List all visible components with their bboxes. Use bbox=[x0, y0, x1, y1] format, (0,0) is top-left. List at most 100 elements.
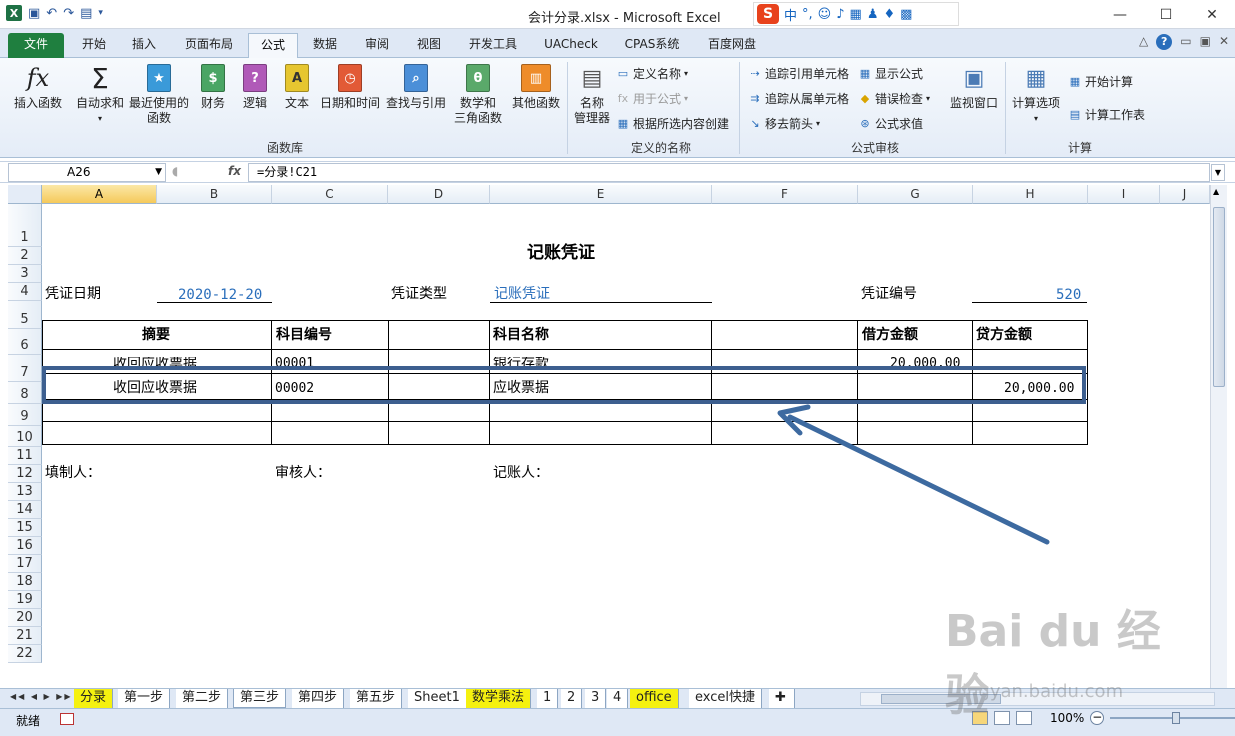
vertical-scroll-thumb[interactable] bbox=[1213, 207, 1225, 387]
sheet-tab[interactable]: 4 bbox=[607, 689, 629, 708]
sheet-tab-active[interactable]: 第三步 bbox=[233, 689, 287, 708]
remove-arrows-button[interactable]: ↘ 移去箭头 ▾ bbox=[748, 115, 820, 132]
tab-review[interactable]: 审阅 bbox=[358, 33, 396, 58]
keyboard-icon[interactable]: ▦ bbox=[850, 7, 862, 22]
financial-button[interactable]: $ 财务 bbox=[196, 62, 230, 111]
more-books-icon: ▥ bbox=[521, 64, 551, 92]
formula-bar-toggle-icon[interactable]: ◖ bbox=[172, 164, 178, 178]
formula-input[interactable]: =分录!C21 bbox=[248, 163, 1210, 182]
expand-formula-bar-icon[interactable]: ▼ bbox=[1211, 164, 1225, 181]
sheet-tab[interactable]: 第二步 bbox=[176, 689, 229, 708]
use-in-formula-button[interactable]: fx 用于公式 ▾ bbox=[616, 90, 688, 107]
tab-formulas[interactable]: 公式 bbox=[248, 33, 298, 58]
remove-arrows-icon: ↘ bbox=[750, 116, 760, 130]
undo-icon[interactable]: ↶ bbox=[46, 6, 57, 21]
baidu-watermark: Bai du 经验 jingyan.baidu.com bbox=[945, 606, 1161, 721]
sheet-tab[interactable]: Sheet1 bbox=[408, 689, 467, 708]
name-box[interactable]: A26 ▼ bbox=[8, 163, 166, 182]
tab-baidu-netdisk[interactable]: 百度网盘 bbox=[700, 33, 764, 58]
tab-page-layout[interactable]: 页面布局 bbox=[176, 33, 242, 58]
grid-icon[interactable]: ▩ bbox=[900, 7, 912, 22]
tab-view[interactable]: 视图 bbox=[410, 33, 448, 58]
ime-mode[interactable]: 中 bbox=[784, 5, 797, 24]
zoom-slider[interactable] bbox=[1110, 712, 1235, 724]
math-trig-button[interactable]: θ 数学和 三角函数 bbox=[450, 62, 506, 126]
tab-uacheck[interactable]: UACheck bbox=[538, 33, 604, 58]
define-name-button[interactable]: ▭ 定义名称 ▾ bbox=[616, 65, 688, 82]
scroll-up-icon[interactable]: ▲ bbox=[1213, 187, 1219, 196]
quick-access-toolbar: X ▣ ↶ ↷ ▤ ▾ bbox=[6, 5, 103, 21]
tab-data[interactable]: 数据 bbox=[306, 33, 344, 58]
create-from-selection-button[interactable]: ▦ 根据所选内容创建 bbox=[616, 115, 729, 132]
tab-home[interactable]: 开始 bbox=[74, 33, 114, 58]
error-checking-button[interactable]: ◆ 错误检查 ▾ bbox=[858, 90, 930, 107]
sheet-tab[interactable]: 第四步 bbox=[292, 689, 345, 708]
restore-window-icon[interactable]: ▣ bbox=[1200, 34, 1211, 50]
close-button[interactable]: ✕ bbox=[1189, 0, 1235, 29]
trace-precedents-button[interactable]: ⇢ 追踪引用单元格 bbox=[748, 65, 849, 82]
watch-window-button[interactable]: ▣ 监视窗口 bbox=[946, 62, 1002, 111]
logical-button[interactable]: ? 逻辑 bbox=[238, 62, 272, 111]
save-icon[interactable]: ▣ bbox=[28, 6, 40, 21]
insert-function-button[interactable]: fx 插入函数 bbox=[10, 62, 66, 111]
glasses-icon: ▣ bbox=[963, 65, 985, 91]
more-functions-button[interactable]: ▥ 其他函数 bbox=[510, 62, 562, 111]
sheet-tab[interactable]: 1 bbox=[537, 689, 559, 708]
sheet-tab[interactable]: office bbox=[630, 689, 679, 708]
sheet-tab[interactable]: 3 bbox=[585, 689, 607, 708]
emoji-icon[interactable]: ☺ bbox=[818, 7, 832, 22]
show-formulas-icon: ▦ bbox=[859, 66, 871, 80]
evaluate-formula-button[interactable]: ⊛ 公式求值 bbox=[858, 115, 923, 132]
sheet-tab[interactable]: excel快捷 bbox=[689, 689, 762, 708]
customize-qat-icon[interactable]: ▾ bbox=[98, 8, 103, 18]
tab-file[interactable]: 文件 bbox=[8, 33, 64, 58]
sheet-tab[interactable]: 数学乘法 bbox=[466, 689, 532, 708]
close-workbook-icon[interactable]: ✕ bbox=[1219, 34, 1229, 50]
datetime-button[interactable]: ◷ 日期和时间 bbox=[318, 62, 382, 111]
sheet-tab[interactable]: 第一步 bbox=[118, 689, 171, 708]
vertical-scrollbar[interactable]: ▲ bbox=[1210, 185, 1227, 688]
ime-punct[interactable]: °, bbox=[802, 7, 813, 22]
minimize-button[interactable]: — bbox=[1097, 0, 1143, 29]
maximize-button[interactable]: ☐ bbox=[1143, 0, 1189, 29]
tag-icon: ▭ bbox=[617, 66, 629, 80]
redo-icon[interactable]: ↷ bbox=[63, 6, 74, 21]
insert-function-fx-button[interactable]: fx bbox=[228, 164, 241, 178]
text-button[interactable]: A 文本 bbox=[280, 62, 314, 111]
sheet-tab[interactable]: 分录 bbox=[74, 689, 114, 708]
sogou-logo-icon: S bbox=[757, 4, 779, 24]
tab-insert[interactable]: 插入 bbox=[124, 33, 164, 58]
help-icon[interactable]: ? bbox=[1156, 34, 1173, 50]
sheet-tab[interactable]: 2 bbox=[561, 689, 583, 708]
calculate-sheet-button[interactable]: ▤ 计算工作表 bbox=[1068, 106, 1145, 123]
recent-functions-button[interactable]: ★ 最近使用的 函数 bbox=[128, 62, 190, 126]
trace-dependents-button[interactable]: ⇉ 追踪从属单元格 bbox=[748, 90, 849, 107]
group-label-function-library: 函数库 bbox=[266, 141, 303, 155]
collapse-ribbon-icon[interactable]: △ bbox=[1139, 34, 1148, 50]
name-manager-button[interactable]: ▤ 名称 管理器 bbox=[572, 62, 612, 126]
calculation-options-button[interactable]: ▦ 计算选项 ▾ bbox=[1008, 62, 1064, 126]
skin-icon[interactable]: ♦ bbox=[883, 7, 895, 22]
insert-sheet-icon[interactable]: ✚ bbox=[769, 689, 795, 708]
tab-developer[interactable]: 开发工具 bbox=[462, 33, 524, 58]
calc-now-icon: ▦ bbox=[1069, 74, 1081, 88]
lookup-button[interactable]: ⌕ 查找与引用 bbox=[384, 62, 448, 111]
excel-logo-icon: X bbox=[6, 5, 22, 21]
autosum-button[interactable]: Σ 自动求和 ▾ bbox=[74, 62, 126, 126]
calculate-now-button[interactable]: ▦ 开始计算 bbox=[1068, 73, 1133, 90]
formula-bar-buttons: ◖ fx bbox=[170, 163, 245, 182]
logical-book-icon: ? bbox=[243, 64, 267, 92]
chevron-down-icon[interactable]: ▼ bbox=[155, 164, 162, 181]
tab-cpas[interactable]: CPAS系统 bbox=[618, 33, 686, 58]
title-bar: X ▣ ↶ ↷ ▤ ▾ 会计分录.xlsx - Microsoft Excel … bbox=[0, 0, 1235, 29]
restore-icon[interactable]: ▭ bbox=[1180, 34, 1191, 50]
calculator-icon: ▦ bbox=[1025, 65, 1047, 91]
mic-icon[interactable]: ♪ bbox=[836, 7, 844, 22]
show-formulas-button[interactable]: ▦ 显示公式 bbox=[858, 65, 923, 82]
text-book-icon: A bbox=[285, 64, 309, 92]
sheet-tab[interactable]: 第五步 bbox=[350, 689, 403, 708]
sheet-nav-arrows-icon[interactable]: ◀◀ ◀ ▶ ▶▶ bbox=[10, 692, 73, 701]
print-preview-icon[interactable]: ▤ bbox=[80, 6, 92, 21]
user-icon[interactable]: ♟ bbox=[867, 7, 879, 22]
macro-record-icon[interactable] bbox=[60, 713, 74, 725]
